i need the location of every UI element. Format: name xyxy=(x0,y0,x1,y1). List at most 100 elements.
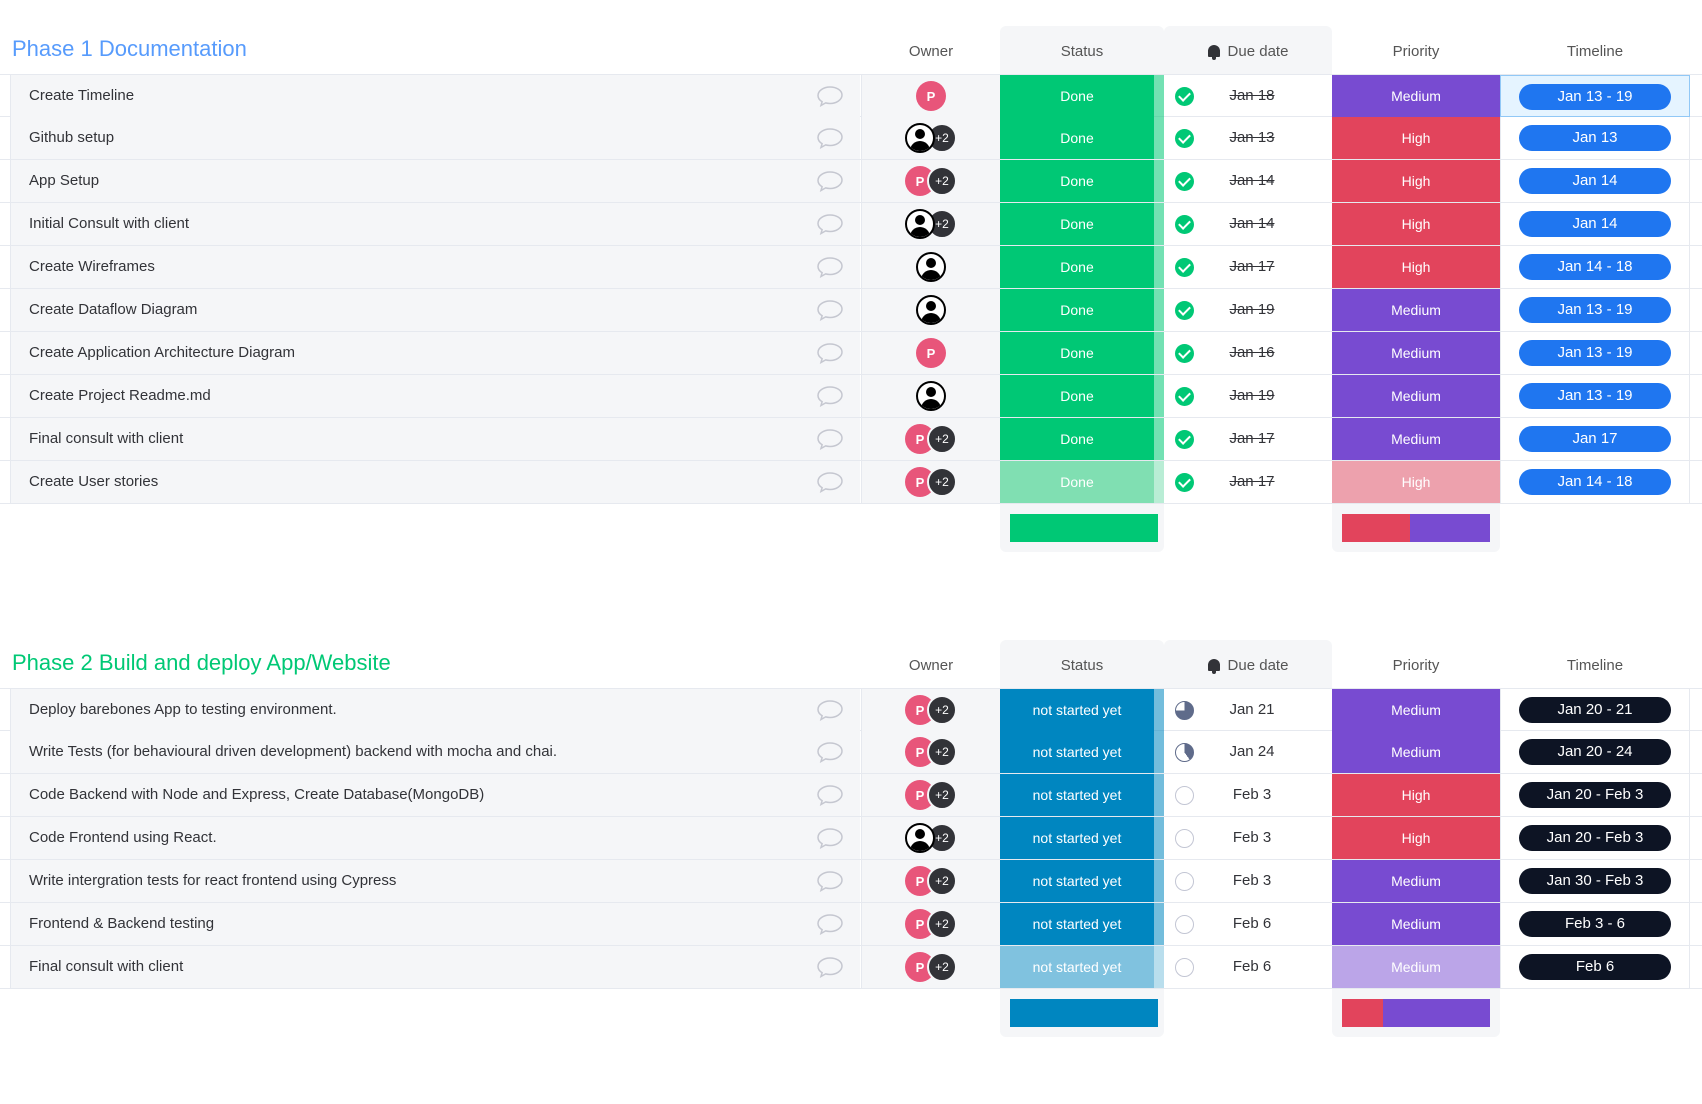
due-date-cell[interactable]: Jan 24 xyxy=(1164,731,1332,773)
owner-cell[interactable]: P +2 xyxy=(861,774,1000,816)
status-label[interactable]: Done xyxy=(1000,203,1154,245)
timeline-cell[interactable]: Jan 30 - Feb 3 xyxy=(1500,860,1690,902)
task-name[interactable]: Create Wireframes xyxy=(29,246,155,288)
avatar[interactable]: P xyxy=(916,338,946,368)
timeline-cell[interactable]: Jan 13 - 19 xyxy=(1500,375,1690,417)
priority-cell[interactable]: High xyxy=(1332,117,1500,159)
priority-cell[interactable]: High xyxy=(1332,160,1500,202)
table-row[interactable]: Code Backend with Node and Express, Crea… xyxy=(0,774,1702,817)
more-owners-badge[interactable]: +2 xyxy=(927,952,957,982)
owner-avatars[interactable]: P +2 xyxy=(905,780,957,810)
column-header-timeline[interactable]: Timeline xyxy=(1500,640,1690,688)
status-label[interactable]: Done xyxy=(1000,160,1154,202)
owner-avatars[interactable] xyxy=(916,252,946,282)
owner-cell[interactable]: P +2 xyxy=(861,860,1000,902)
task-name-cell[interactable]: Initial Consult with client xyxy=(10,203,860,245)
task-name-cell[interactable]: Create Dataflow Diagram xyxy=(10,289,860,331)
task-name-cell[interactable]: Create User stories xyxy=(10,461,860,503)
status-cell[interactable]: Done xyxy=(1000,117,1164,159)
comment-icon[interactable] xyxy=(816,213,844,236)
column-header-due-date[interactable]: Due date xyxy=(1164,26,1332,74)
owner-cell[interactable] xyxy=(861,375,1000,417)
status-cell[interactable]: Done xyxy=(1000,461,1164,503)
comment-icon[interactable] xyxy=(816,170,844,193)
status-cell[interactable]: not started yet xyxy=(1000,860,1164,902)
priority-cell[interactable]: High xyxy=(1332,774,1500,816)
status-label[interactable]: Done xyxy=(1000,461,1154,503)
due-date[interactable]: Feb 6 xyxy=(1194,946,1310,988)
task-name[interactable]: Code Frontend using React. xyxy=(29,817,217,859)
comment-icon[interactable] xyxy=(816,699,844,722)
status-cell[interactable]: Done xyxy=(1000,75,1164,117)
status-label[interactable]: not started yet xyxy=(1000,946,1154,988)
owner-cell[interactable]: P xyxy=(861,332,1000,374)
due-date[interactable]: Jan 13 xyxy=(1194,117,1310,159)
owner-cell[interactable]: P +2 xyxy=(861,160,1000,202)
task-name-cell[interactable]: Frontend & Backend testing xyxy=(10,903,860,945)
task-name-cell[interactable]: Final consult with client xyxy=(10,418,860,460)
priority-cell[interactable]: Medium xyxy=(1332,946,1500,988)
timeline-pill[interactable]: Jan 14 xyxy=(1519,168,1671,194)
owner-avatars[interactable]: P +2 xyxy=(905,952,957,982)
status-label[interactable]: not started yet xyxy=(1000,860,1154,902)
timeline-pill[interactable]: Jan 20 - Feb 3 xyxy=(1519,825,1671,851)
more-owners-badge[interactable]: +2 xyxy=(927,424,957,454)
due-date-cell[interactable]: Jan 14 xyxy=(1164,203,1332,245)
more-owners-badge[interactable]: +2 xyxy=(927,166,957,196)
column-header-owner[interactable]: Owner xyxy=(862,640,1000,688)
task-name[interactable]: Final consult with client xyxy=(29,946,183,988)
due-date[interactable]: Jan 16 xyxy=(1194,332,1310,374)
task-name-cell[interactable]: Code Backend with Node and Express, Crea… xyxy=(10,774,860,816)
due-date-cell[interactable]: Feb 6 xyxy=(1164,903,1332,945)
task-name-cell[interactable]: App Setup xyxy=(10,160,860,202)
owner-cell[interactable]: +2 xyxy=(861,817,1000,859)
timeline-pill[interactable]: Jan 20 - Feb 3 xyxy=(1519,782,1671,808)
timeline-cell[interactable]: Jan 13 - 19 xyxy=(1500,75,1690,117)
status-cell[interactable]: Done xyxy=(1000,203,1164,245)
due-date[interactable]: Jan 24 xyxy=(1194,731,1310,773)
due-date[interactable]: Jan 19 xyxy=(1194,375,1310,417)
due-date-cell[interactable]: Feb 6 xyxy=(1164,946,1332,988)
column-header-priority[interactable]: Priority xyxy=(1332,640,1500,688)
table-row[interactable]: Create Dataflow Diagram Done Jan 19 Medium J… xyxy=(0,289,1702,332)
table-row[interactable]: Create Timeline P Done Jan 18 Medium Jan 13 -… xyxy=(0,74,1702,117)
status-label[interactable]: Done xyxy=(1000,418,1154,460)
column-header-due-date[interactable]: Due date xyxy=(1164,640,1332,688)
timeline-pill[interactable]: Jan 13 xyxy=(1519,125,1671,151)
owner-cell[interactable]: P +2 xyxy=(861,903,1000,945)
owner-avatars[interactable] xyxy=(916,381,946,411)
more-owners-badge[interactable]: +2 xyxy=(927,780,957,810)
more-owners-badge[interactable]: +2 xyxy=(927,737,957,767)
owner-avatars[interactable]: P xyxy=(916,338,946,368)
due-date[interactable]: Jan 19 xyxy=(1194,289,1310,331)
timeline-cell[interactable]: Feb 6 xyxy=(1500,946,1690,988)
priority-cell[interactable]: High xyxy=(1332,246,1500,288)
timeline-cell[interactable]: Jan 20 - Feb 3 xyxy=(1500,817,1690,859)
task-name[interactable]: Create Dataflow Diagram xyxy=(29,289,197,331)
column-header-owner[interactable]: Owner xyxy=(862,26,1000,74)
comment-icon[interactable] xyxy=(816,913,844,936)
timeline-pill[interactable]: Jan 13 - 19 xyxy=(1519,383,1671,409)
task-name-cell[interactable]: Write intergration tests for react front… xyxy=(10,860,860,902)
task-name[interactable]: Deploy barebones App to testing environm… xyxy=(29,689,337,731)
priority-cell[interactable]: Medium xyxy=(1332,375,1500,417)
due-date-cell[interactable]: Jan 18 xyxy=(1164,75,1332,117)
person-avatar-icon[interactable] xyxy=(905,823,935,853)
comment-icon[interactable] xyxy=(816,956,844,979)
owner-cell[interactable]: P +2 xyxy=(861,731,1000,773)
due-date[interactable]: Feb 3 xyxy=(1194,860,1310,902)
column-header-priority[interactable]: Priority xyxy=(1332,26,1500,74)
task-name-cell[interactable]: Write Tests (for behavioural driven deve… xyxy=(10,731,860,773)
task-name[interactable]: Github setup xyxy=(29,117,114,159)
column-header-timeline[interactable]: Timeline xyxy=(1500,26,1690,74)
table-row[interactable]: Github setup +2 Done Jan 13 High Jan 13 xyxy=(0,117,1702,160)
due-date[interactable]: Feb 3 xyxy=(1194,817,1310,859)
column-header-status[interactable]: Status xyxy=(1000,640,1164,688)
timeline-cell[interactable]: Jan 14 - 18 xyxy=(1500,461,1690,503)
task-name[interactable]: Create Application Architecture Diagram xyxy=(29,332,295,374)
task-name[interactable]: Write Tests (for behavioural driven deve… xyxy=(29,731,557,773)
timeline-pill[interactable]: Jan 14 - 18 xyxy=(1519,469,1671,495)
status-summary[interactable] xyxy=(1000,989,1164,1037)
due-date[interactable]: Jan 18 xyxy=(1194,75,1310,117)
timeline-pill[interactable]: Jan 13 - 19 xyxy=(1519,340,1671,366)
